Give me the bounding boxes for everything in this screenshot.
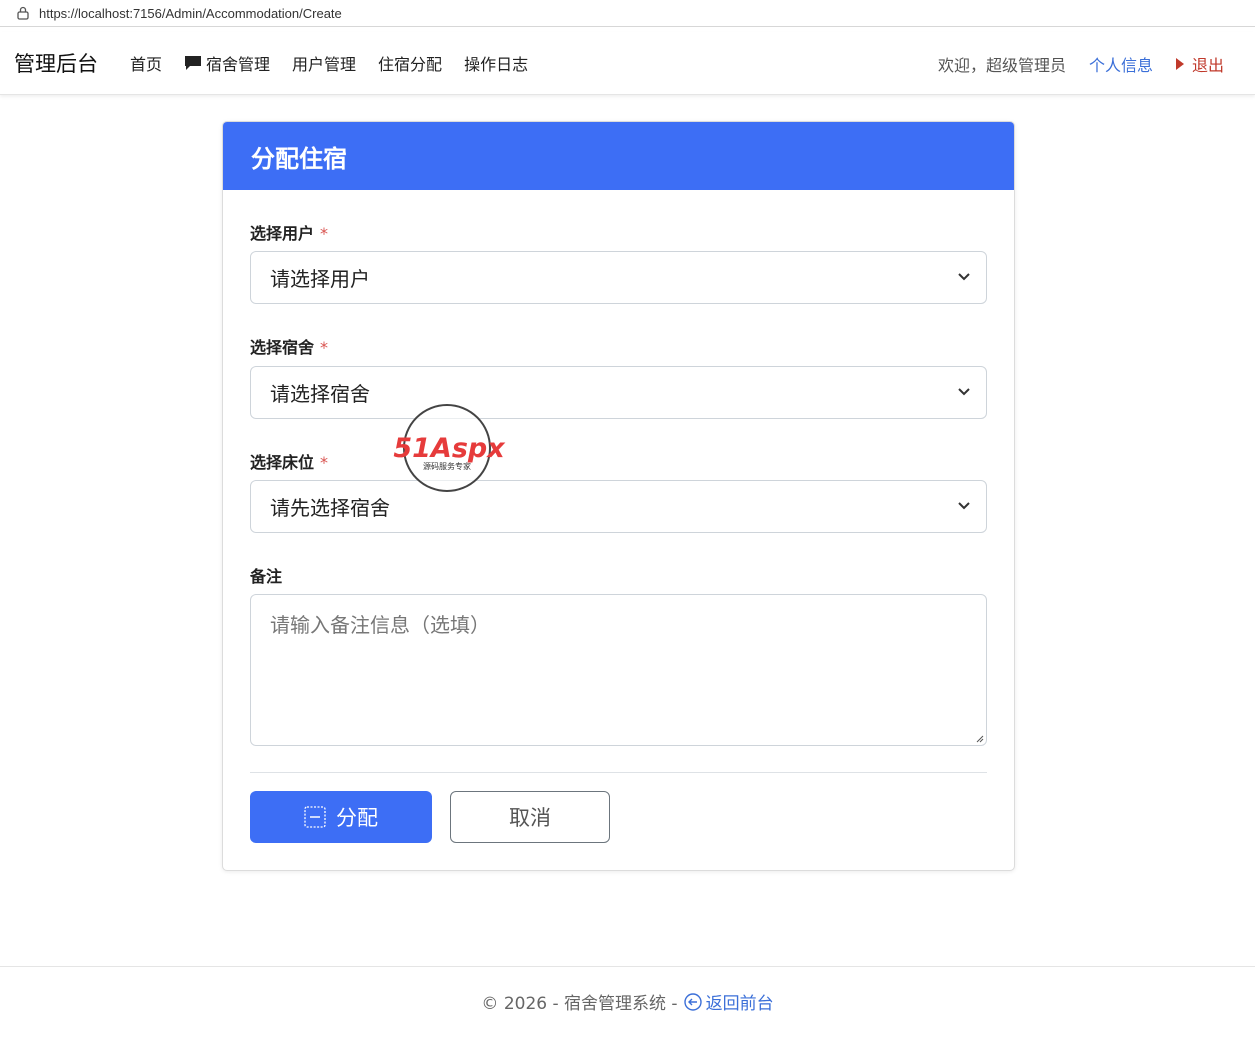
notes-textarea[interactable]: 请输入备注信息（选填） [250,594,987,746]
dorm-select[interactable]: 请选择宿舍 [250,366,987,419]
bed-select[interactable]: 请先选择宿舍 [250,480,987,533]
card-header: 分配住宿 [223,122,1014,190]
top-navbar: 管理后台 首页 宿舍管理 用户管理 住宿分配 操作日志 欢迎，超级管理员 个人信… [0,32,1255,95]
chevron-down-icon [958,502,970,510]
user-select-value: 请选择用户 [270,267,370,291]
nav-label: 用户管理 [292,55,357,74]
save-icon [304,806,326,828]
watermark-logo: 51Aspx 源码服务专家 [393,404,506,492]
notes-label: 备注 [250,563,282,587]
dorm-label-text: 选择宿舍 [250,338,315,357]
bed-select-value: 请先选择宿舍 [270,496,390,520]
assign-button[interactable]: 分配 [250,791,432,843]
nav-label: 宿舍管理 [206,55,271,74]
back-link-label: 返回前台 [705,994,774,1014]
watermark-brand: 51Aspx [393,433,506,464]
cancel-button[interactable]: 取消 [450,791,610,843]
user-select[interactable]: 请选择用户 [250,251,987,304]
form-divider [250,772,987,773]
assign-button-label: 分配 [336,806,378,830]
notes-label-text: 备注 [250,567,283,586]
copyright-text: © 2026 - 宿舍管理系统 - [481,994,678,1014]
nav-right: 欢迎，超级管理员 个人信息 退出 [938,32,1255,95]
nav-label: 住宿分配 [378,55,443,74]
nav-label: 首页 [130,55,163,74]
profile-link[interactable]: 个人信息 [1089,52,1153,76]
nav-item-home[interactable]: 首页 [130,51,162,75]
user-label-text: 选择用户 [250,224,315,243]
nav-item-user-management[interactable]: 用户管理 [292,51,356,75]
required-mark: * [320,338,329,357]
accommodation-form-card: 分配住宿 选择用户 * 请选择用户 选择宿舍 * 请选择宿舍 选择床位 * 请先选择宿… [222,121,1015,871]
page-footer: © 2026 - 宿舍管理系统 - 返回前台 [0,966,1255,1052]
bed-label: 选择床位 * [250,449,328,473]
caret-right-icon [1175,57,1184,70]
required-mark: * [320,453,329,472]
logout-label: 退出 [1191,55,1224,75]
notes-placeholder: 请输入备注信息（选填） [270,613,490,637]
lock-icon [17,6,29,20]
user-label: 选择用户 * [250,220,328,244]
chevron-down-icon [958,388,970,396]
url-text[interactable]: https://localhost:7156/Admin/Accommodati… [39,6,342,21]
arrow-left-circle-icon [683,992,702,1011]
nav-item-accommodation[interactable]: 住宿分配 [378,51,442,75]
welcome-text: 欢迎，超级管理员 [937,55,1066,75]
page-title: 分配住宿 [251,144,347,173]
logout-link[interactable]: 退出 [1175,52,1224,76]
chevron-down-icon [958,273,970,281]
dorm-label: 选择宿舍 * [250,334,328,358]
nav-label: 操作日志 [464,55,529,74]
nav-item-operation-log[interactable]: 操作日志 [464,51,528,75]
back-to-front-link[interactable]: 返回前台 [683,989,774,1014]
resize-grip-icon[interactable] [974,733,984,743]
nav-item-dorm-management[interactable]: 宿舍管理 [184,51,270,75]
main-nav: 首页 宿舍管理 用户管理 住宿分配 操作日志 [130,51,550,75]
watermark-tagline: 源码服务专家 [423,461,471,471]
dorm-select-value: 请选择宿舍 [270,382,370,406]
address-bar[interactable]: https://localhost:7156/Admin/Accommodati… [0,0,1255,27]
required-mark: * [320,224,329,243]
brand-title[interactable]: 管理后台 [14,48,98,78]
bed-label-text: 选择床位 [250,453,315,472]
cancel-button-label: 取消 [509,806,551,830]
chat-bubble-icon [185,56,202,70]
